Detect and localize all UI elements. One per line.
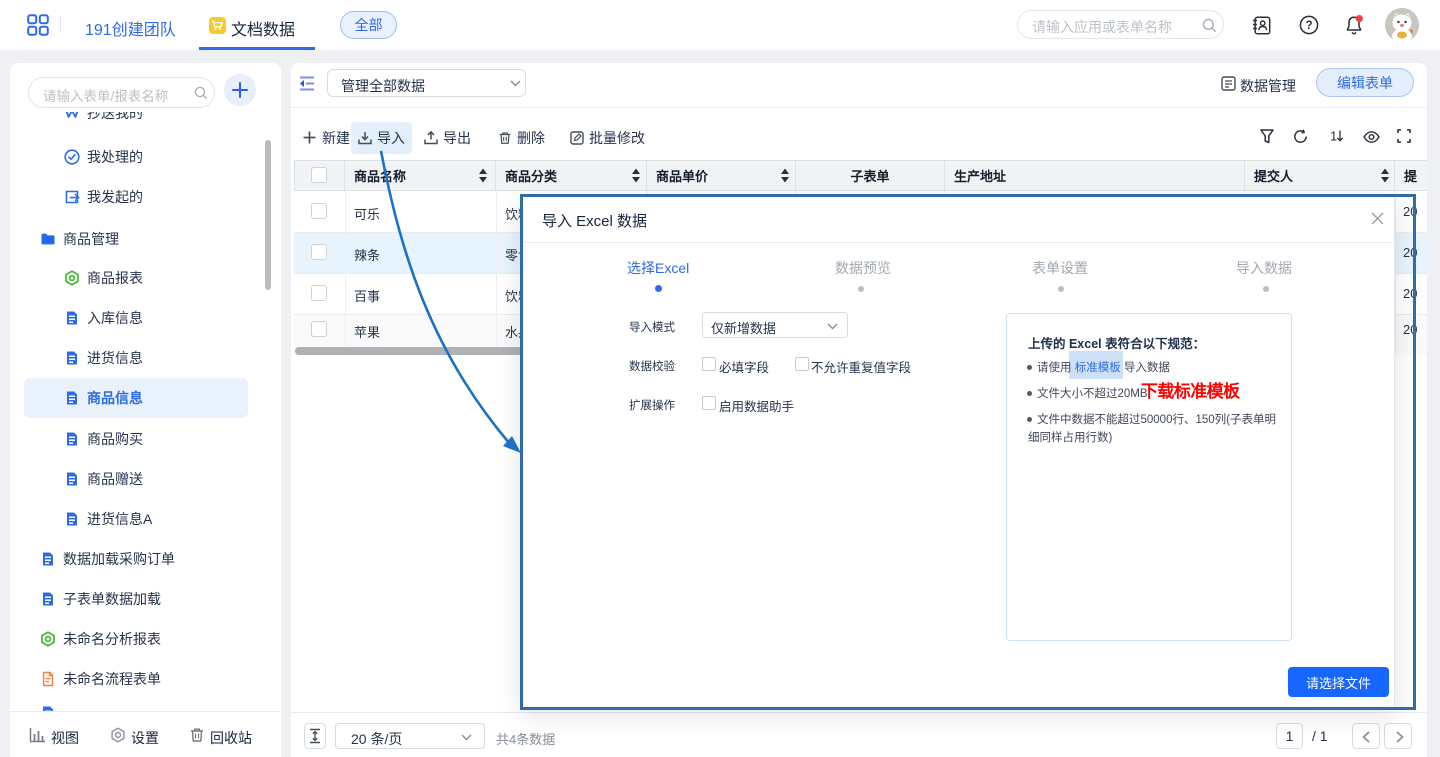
svg-text:1: 1 — [1330, 129, 1337, 144]
svg-text:?: ? — [1305, 20, 1312, 32]
